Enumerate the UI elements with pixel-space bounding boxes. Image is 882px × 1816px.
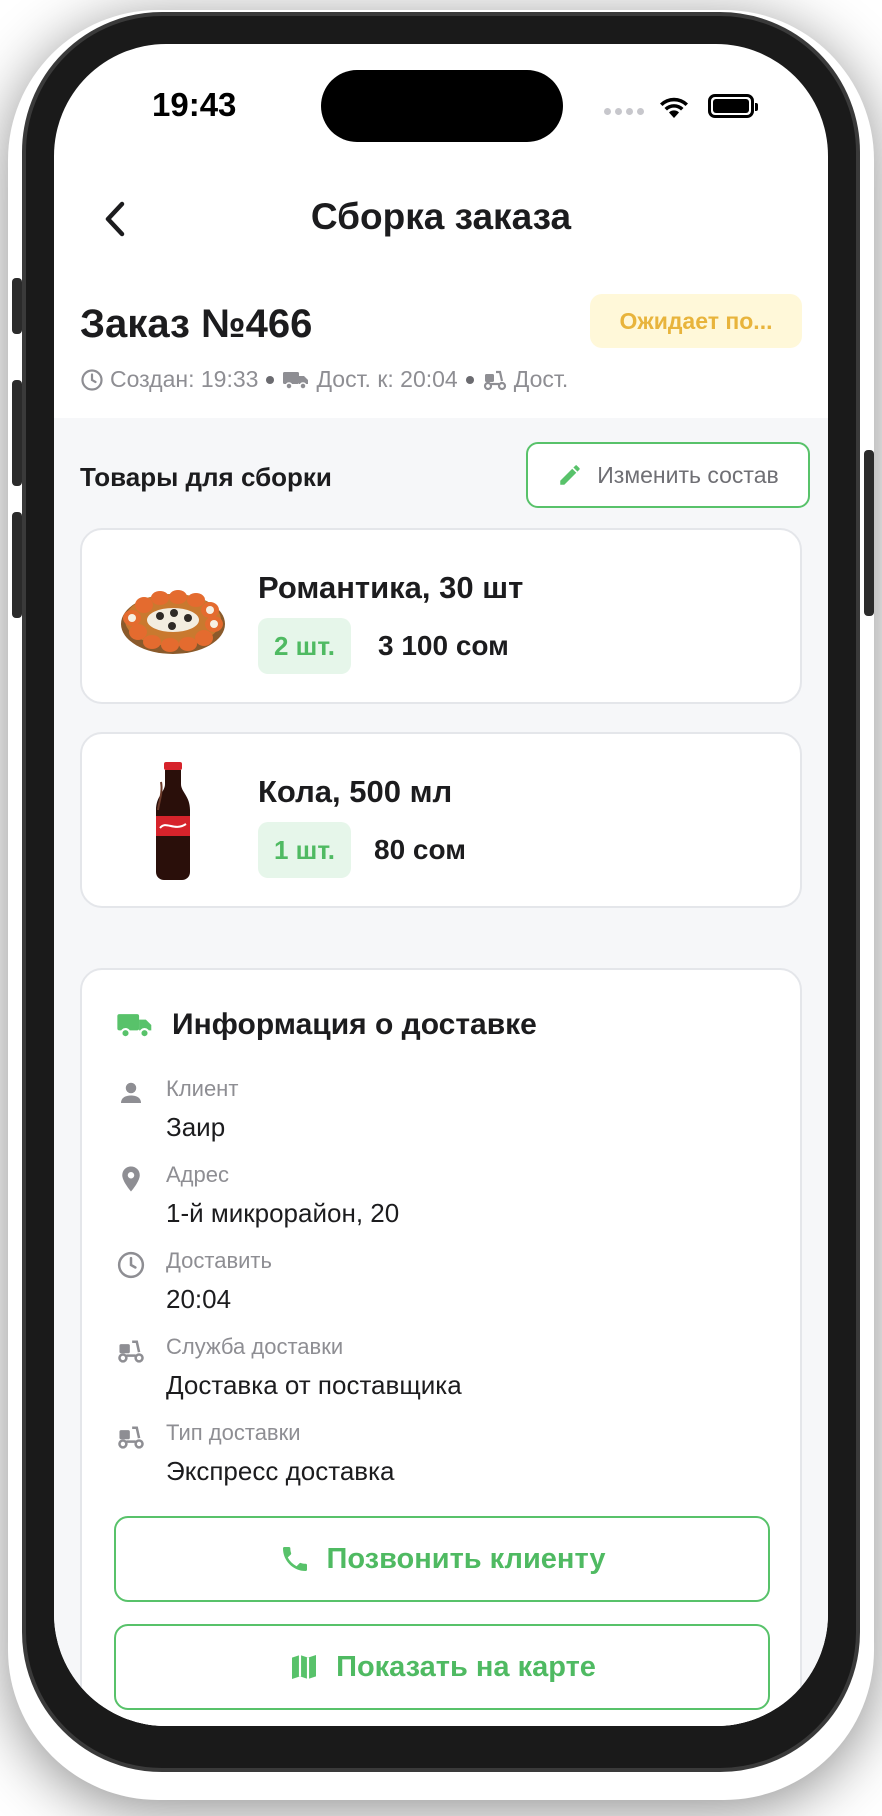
location-pin-icon xyxy=(122,1166,140,1192)
quantity-badge: 1 шт. xyxy=(258,822,352,878)
battery-icon xyxy=(708,94,758,118)
quantity-badge: 2 шт. xyxy=(258,618,352,674)
power-button xyxy=(864,450,874,616)
person-icon xyxy=(121,1082,141,1103)
info-label: Клиент xyxy=(166,1076,239,1101)
map-icon xyxy=(292,1655,317,1679)
info-label: Адрес xyxy=(166,1162,229,1187)
delivery-mode: Дост. xyxy=(513,366,569,392)
info-value: 1-й микрорайон, 20 xyxy=(166,1198,400,1228)
delivery-title: Информация о доставке xyxy=(172,1008,537,1041)
product-card[interactable]: Романтика, 30 шт 2 шт. 3 100 сом xyxy=(80,528,802,704)
show-on-map-label: Показать на карте xyxy=(336,1650,596,1683)
product-price: 3 100 сом xyxy=(378,630,509,661)
info-value: Заир xyxy=(166,1112,226,1142)
product-name: Кола, 500 мл xyxy=(258,774,453,809)
delivery-title-row: Информация о доставке xyxy=(116,1008,537,1042)
delivery-truck-icon xyxy=(117,1014,152,1039)
volume-up-button xyxy=(12,380,22,486)
info-label: Тип доставки xyxy=(166,1420,301,1445)
scooter-icon xyxy=(118,1426,144,1449)
product-card[interactable]: Кола, 500 мл 1 шт. 80 сом xyxy=(80,732,802,908)
delivery-info-card: Информация о доставке Клиент Заир Адрес … xyxy=(80,968,802,1726)
created-time: Создан: 19:33 xyxy=(110,366,259,392)
separator-dot xyxy=(266,375,275,384)
clock-icon xyxy=(117,1251,145,1279)
info-value: Доставка от поставщика xyxy=(166,1370,462,1400)
silent-switch xyxy=(12,278,22,334)
status-badge: Ожидает по... xyxy=(590,294,802,348)
scooter-icon xyxy=(118,1340,144,1363)
scooter-icon xyxy=(483,370,506,390)
pencil-icon xyxy=(560,465,581,485)
screen: 19:43 Сборка заказа Заказ №466 Ожидает п… xyxy=(54,44,828,1726)
cola-bottle-image xyxy=(156,762,190,880)
truck-icon xyxy=(283,371,309,390)
product-price: 80 сом xyxy=(374,834,466,865)
clock-icon xyxy=(81,368,103,391)
edit-items-label: Изменить состав xyxy=(597,461,779,488)
product-name: Романтика, 30 шт xyxy=(258,570,524,605)
info-value: 20:04 xyxy=(166,1284,232,1314)
call-client-label: Позвонить клиенту xyxy=(326,1542,606,1575)
call-client-button[interactable]: Позвонить клиенту xyxy=(114,1516,770,1602)
order-meta: Создан: 19:33 Дост. к: 20:04 Дост. xyxy=(80,366,568,393)
phone-icon xyxy=(282,1547,307,1571)
dynamic-island xyxy=(321,70,563,142)
volume-down-button xyxy=(12,512,22,618)
items-section-title: Товары для сборки xyxy=(80,462,332,492)
info-label: Служба доставки xyxy=(166,1334,344,1359)
status-time: 19:43 xyxy=(152,86,237,123)
sushi-roll-set-image xyxy=(121,590,225,654)
cellular-signal-icon xyxy=(604,108,644,115)
wifi-icon xyxy=(660,97,688,118)
separator-dot xyxy=(465,375,474,384)
info-label: Доставить xyxy=(166,1248,272,1273)
edit-items-button[interactable]: Изменить состав xyxy=(526,442,810,508)
info-value: Экспресс доставка xyxy=(166,1456,395,1486)
order-title: Заказ №466 xyxy=(80,302,313,346)
page-title: Сборка заказа xyxy=(310,196,572,237)
show-on-map-button[interactable]: Показать на карте xyxy=(114,1624,770,1710)
delivery-time: Дост. к: 20:04 xyxy=(316,366,458,392)
